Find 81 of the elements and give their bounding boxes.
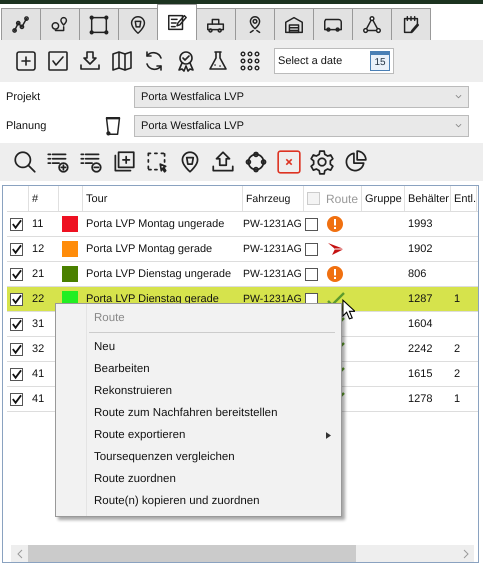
field-label: Planung bbox=[6, 120, 48, 132]
checkbox[interactable] bbox=[10, 392, 23, 406]
checkbox[interactable] bbox=[10, 268, 23, 280]
table-cell-text: 32 bbox=[31, 343, 46, 355]
table-cell-text: 12 bbox=[31, 243, 46, 255]
menu-item[interactable]: Rekonstruieren bbox=[56, 380, 341, 402]
checkbox[interactable] bbox=[304, 242, 318, 256]
submenu-arrow-icon bbox=[326, 432, 331, 438]
square-icon bbox=[88, 14, 110, 36]
date-field[interactable]: Select a date 15 bbox=[274, 48, 394, 74]
chevron-down-icon bbox=[455, 123, 462, 128]
checkbox[interactable] bbox=[10, 368, 23, 380]
table-cell-text: 11 bbox=[31, 218, 44, 230]
mouse-cursor-icon bbox=[342, 299, 355, 320]
tab[interactable] bbox=[391, 8, 431, 40]
table-cell: 2 bbox=[454, 343, 460, 355]
table-cell: Porta LVP Dienstag gerade bbox=[86, 293, 219, 305]
table-cell: PW-1231AG bbox=[243, 268, 302, 280]
column-header[interactable]: Tour bbox=[83, 186, 243, 211]
chevron-down-icon bbox=[455, 94, 462, 99]
horizontal-scrollbar[interactable] bbox=[11, 545, 474, 562]
project-dropdown[interactable]: Porta Westfalica LVP bbox=[134, 86, 469, 108]
planning-dropdown[interactable]: Porta Westfalica LVP bbox=[134, 114, 469, 136]
checkbox[interactable] bbox=[304, 268, 318, 280]
column-header[interactable]: # bbox=[29, 186, 59, 211]
menu-title: Route bbox=[93, 311, 126, 326]
menu-item[interactable]: Toursequenzen vergleichen bbox=[56, 446, 341, 468]
column-header[interactable]: Entl. bbox=[451, 186, 477, 211]
column-header[interactable]: Gruppe bbox=[362, 186, 405, 211]
table-cell: PW-1231AG bbox=[243, 243, 302, 255]
table-cell: 1 bbox=[454, 393, 460, 405]
column-header[interactable]: Fahrzeug bbox=[243, 186, 304, 211]
table-cell-text: 806 bbox=[407, 268, 428, 280]
table-cell: Porta LVP Montag gerade bbox=[86, 243, 212, 255]
table-row[interactable]: 11 Porta LVP Montag ungerade PW-1231AG 1993 bbox=[7, 212, 478, 237]
tab[interactable] bbox=[352, 8, 392, 40]
table-cell-text: 21 bbox=[31, 268, 46, 280]
checkbox[interactable] bbox=[10, 292, 23, 306]
checkbox[interactable] bbox=[10, 218, 23, 230]
menu-item[interactable]: Route zum Nachfahren bereitstellen bbox=[56, 402, 341, 424]
checkbox[interactable] bbox=[304, 218, 318, 230]
checkbox[interactable] bbox=[10, 342, 23, 356]
table-cell: PW-1231AG bbox=[243, 293, 302, 305]
tab[interactable] bbox=[274, 8, 314, 40]
column-header[interactable]: Behälter bbox=[405, 186, 451, 211]
table-cell-text: 1902 bbox=[407, 243, 434, 255]
table-cell: PW-1231AG bbox=[243, 218, 302, 230]
tab[interactable] bbox=[235, 8, 275, 40]
route-icon bbox=[10, 14, 32, 36]
menu-item[interactable]: Bearbeiten bbox=[56, 358, 341, 380]
tab[interactable] bbox=[1, 8, 41, 40]
checkbox[interactable] bbox=[10, 242, 23, 256]
table-cell-text: 1278 bbox=[407, 393, 434, 405]
tab[interactable] bbox=[196, 8, 236, 40]
table-cell: 1 bbox=[454, 293, 460, 305]
table-cell: Porta LVP Montag ungerade bbox=[86, 218, 224, 230]
table-row[interactable]: 12 Porta LVP Montag gerade PW-1231AG 1902 bbox=[7, 237, 478, 262]
tab[interactable] bbox=[40, 8, 80, 40]
table-cell: 2 bbox=[454, 368, 460, 380]
table-cell-text: 41 bbox=[31, 368, 46, 380]
table-cell: Porta LVP Dienstag ungerade bbox=[86, 268, 232, 280]
tab[interactable] bbox=[79, 8, 119, 40]
network-icon bbox=[361, 14, 383, 36]
menu-item[interactable]: Route zuordnen bbox=[56, 468, 341, 490]
menu-item[interactable]: Route(n) kopieren und zuordnen bbox=[56, 490, 341, 512]
table-cell-text: 1615 bbox=[407, 368, 434, 380]
table-cell-text: 22 bbox=[31, 293, 46, 305]
checkbox[interactable] bbox=[10, 318, 23, 330]
table-cell-text: 2242 bbox=[407, 343, 434, 355]
table-cell-text: 1993 bbox=[407, 218, 434, 230]
table-cell-text: 31 bbox=[31, 318, 46, 330]
menu-item[interactable]: Neu bbox=[56, 336, 341, 358]
scrollbar-thumb[interactable] bbox=[28, 545, 356, 562]
field-label: Projekt bbox=[6, 90, 42, 102]
table-cell-text: 1287 bbox=[407, 293, 434, 305]
table-cell-text: 41 bbox=[31, 393, 46, 405]
table-cell-text: 1604 bbox=[407, 318, 434, 330]
tab[interactable] bbox=[313, 8, 353, 40]
menu-item[interactable]: Route exportieren bbox=[56, 424, 341, 446]
calendar-icon[interactable]: 15 bbox=[370, 51, 390, 71]
tab[interactable] bbox=[118, 8, 158, 40]
